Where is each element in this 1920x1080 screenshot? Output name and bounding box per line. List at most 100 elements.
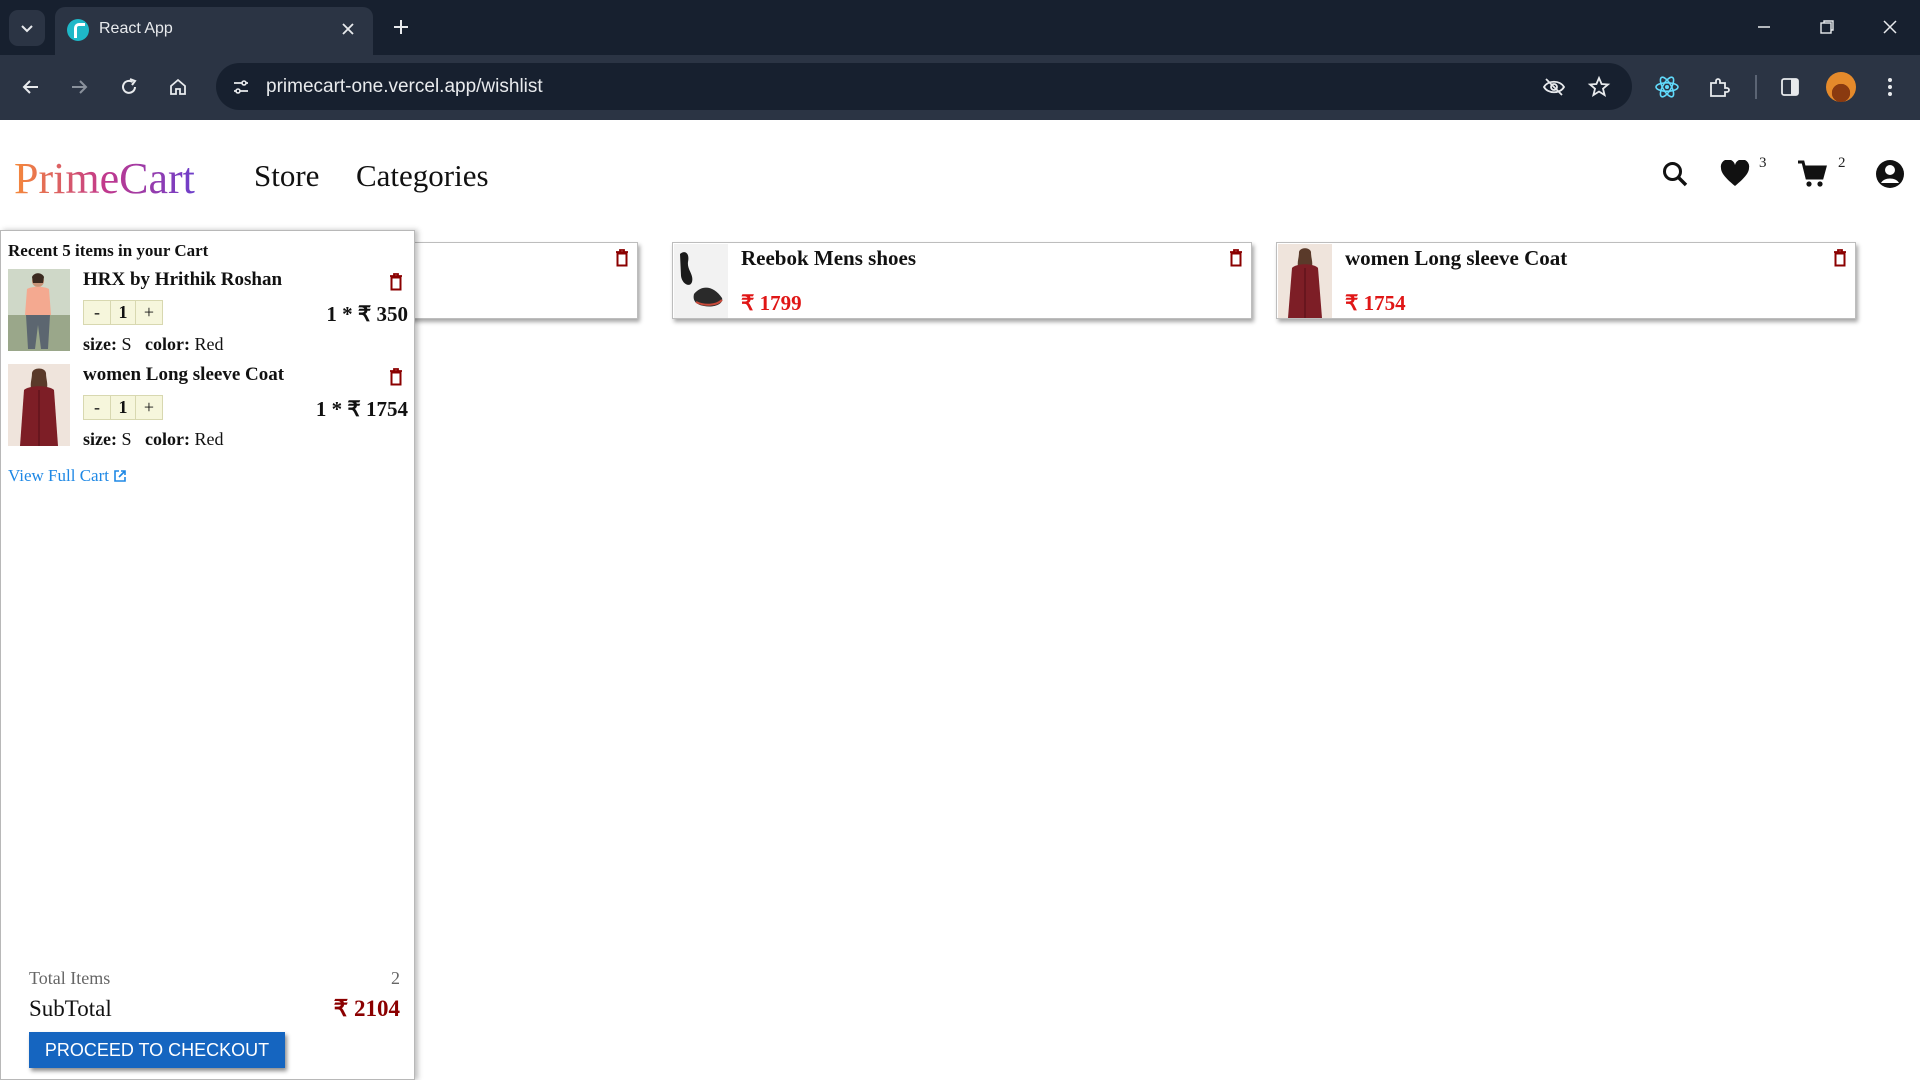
cart-item-attributes: size: S color: Red: [83, 334, 223, 355]
wishlist-item-price: ₹ 1754: [1345, 291, 1406, 315]
maroon-coat-model-image: [8, 364, 70, 446]
cart-item-remove-button[interactable]: [387, 366, 405, 388]
size-label: size:: [83, 429, 117, 449]
puzzle-piece-icon: [1710, 78, 1730, 97]
minimize-window-button[interactable]: [1741, 10, 1787, 44]
side-panel-button[interactable]: [1774, 71, 1806, 103]
cart-count-badge: 2: [1838, 155, 1846, 171]
wishlist-remove-button[interactable]: [1227, 247, 1245, 269]
decrease-quantity-button[interactable]: -: [84, 301, 110, 324]
react-atom-icon: [1655, 76, 1679, 98]
wishlist-remove-button[interactable]: [1831, 247, 1849, 269]
chevron-down-icon: [21, 25, 33, 33]
quantity-value: 1: [110, 396, 136, 419]
arrow-left-icon: [22, 80, 38, 94]
plus-icon: [394, 20, 408, 34]
tune-icon: [234, 80, 248, 94]
react-devtools-extension-button[interactable]: [1651, 71, 1683, 103]
wishlist-card[interactable]: women Long sleeve Coat ₹ 1754: [1276, 242, 1856, 319]
home-button[interactable]: [161, 70, 195, 104]
browser-tab[interactable]: React App: [55, 7, 373, 55]
address-bar[interactable]: primecart-one.vercel.app/wishlist: [216, 63, 1632, 110]
decrease-quantity-button[interactable]: -: [84, 396, 110, 419]
cart-button[interactable]: [1795, 157, 1829, 191]
trash-icon: [616, 249, 628, 267]
extensions-button[interactable]: [1703, 71, 1735, 103]
forward-button[interactable]: [62, 70, 96, 104]
increase-quantity-button[interactable]: +: [136, 301, 162, 324]
restore-window-button[interactable]: [1804, 10, 1850, 44]
primecart-logo[interactable]: PrimeCart: [14, 153, 195, 204]
color-label: color:: [145, 334, 190, 354]
total-items-value: 2: [391, 968, 400, 988]
star-icon: [1587, 75, 1611, 97]
cart-item-remove-button[interactable]: [387, 271, 405, 293]
trash-icon: [390, 368, 402, 386]
cart-item-name[interactable]: HRX by Hrithik Roshan: [83, 269, 282, 291]
size-label: size:: [83, 334, 117, 354]
increase-quantity-button[interactable]: +: [136, 396, 162, 419]
size-value: S: [121, 429, 132, 449]
open-in-new-icon: [114, 470, 126, 482]
cart-item: women Long sleeve Coat - 1 + 1 * ₹ 1754 …: [8, 364, 408, 454]
nav-store-link[interactable]: Store: [254, 158, 319, 194]
tab-close-button[interactable]: [335, 16, 361, 42]
account-circle-icon: [1876, 160, 1904, 188]
account-button[interactable]: [1873, 157, 1907, 191]
close-icon: [342, 23, 354, 35]
subtotal-value: ₹ 2104: [333, 996, 400, 1021]
trash-icon: [1230, 249, 1242, 267]
reload-icon: [122, 78, 137, 94]
cart-item-name[interactable]: women Long sleeve Coat: [83, 364, 284, 386]
tab-title: React App: [99, 20, 173, 37]
react-app-favicon-icon: [67, 19, 89, 41]
back-button[interactable]: [14, 70, 48, 104]
url-text[interactable]: primecart-one.vercel.app/wishlist: [266, 76, 543, 98]
cart-preview-drawer: Recent 5 items in your Cart HRX by Hrith…: [0, 230, 415, 1080]
bookmark-star-button[interactable]: [1584, 72, 1614, 102]
wishlist-remove-button[interactable]: [613, 247, 631, 269]
view-full-cart-link[interactable]: View Full Cart: [8, 466, 127, 486]
total-items-label: Total Items: [29, 968, 111, 988]
color-value: Red: [194, 429, 224, 449]
profile-avatar[interactable]: [1826, 72, 1856, 102]
app-header: PrimeCart Store Categories 3 2: [0, 120, 1920, 232]
close-window-button[interactable]: [1867, 10, 1913, 44]
reload-button[interactable]: [112, 70, 146, 104]
wishlist-card[interactable]: Reebok Mens shoes ₹ 1799: [672, 242, 1252, 319]
color-label: color:: [145, 429, 190, 449]
browser-toolbar: primecart-one.vercel.app/wishlist: [0, 55, 1920, 120]
wishlist-item-name[interactable]: women Long sleeve Coat: [1345, 246, 1567, 271]
browser-menu-button[interactable]: [1874, 71, 1906, 103]
quantity-stepper: - 1 +: [83, 395, 163, 420]
tab-search-button[interactable]: [9, 10, 45, 46]
site-info-button[interactable]: [226, 72, 256, 102]
wishlist-button[interactable]: [1718, 157, 1752, 191]
home-icon: [170, 78, 186, 95]
side-panel-icon: [1781, 78, 1799, 96]
cart-item-price: 1 * ₹ 350: [326, 302, 408, 326]
proceed-to-checkout-button[interactable]: PROCEED TO CHECKOUT: [29, 1032, 285, 1068]
subtotal-label: SubTotal: [29, 996, 112, 1021]
black-sneaker-image: [674, 244, 728, 318]
trash-icon: [1834, 249, 1846, 267]
heart-icon: [1720, 160, 1750, 186]
view-full-cart-label: View Full Cart: [8, 466, 109, 485]
arrow-right-icon: [72, 80, 88, 94]
quantity-stepper: - 1 +: [83, 300, 163, 325]
new-tab-button[interactable]: [386, 12, 416, 42]
shopping-cart-icon: [1798, 160, 1827, 187]
nav-categories-link[interactable]: Categories: [356, 158, 489, 194]
close-icon: [1883, 20, 1897, 34]
wishlist-count-badge: 3: [1759, 155, 1767, 171]
cart-item-attributes: size: S color: Red: [83, 429, 223, 450]
wishlist-item-name[interactable]: Reebok Mens shoes: [741, 246, 916, 271]
search-button[interactable]: [1658, 157, 1692, 191]
peach-top-model-image: [8, 269, 70, 351]
tracking-protection-button[interactable]: [1539, 72, 1569, 102]
trash-icon: [390, 273, 402, 291]
quantity-value: 1: [110, 301, 136, 324]
eye-off-icon: [1542, 78, 1566, 96]
minimize-icon: [1758, 26, 1770, 28]
color-value: Red: [194, 334, 224, 354]
